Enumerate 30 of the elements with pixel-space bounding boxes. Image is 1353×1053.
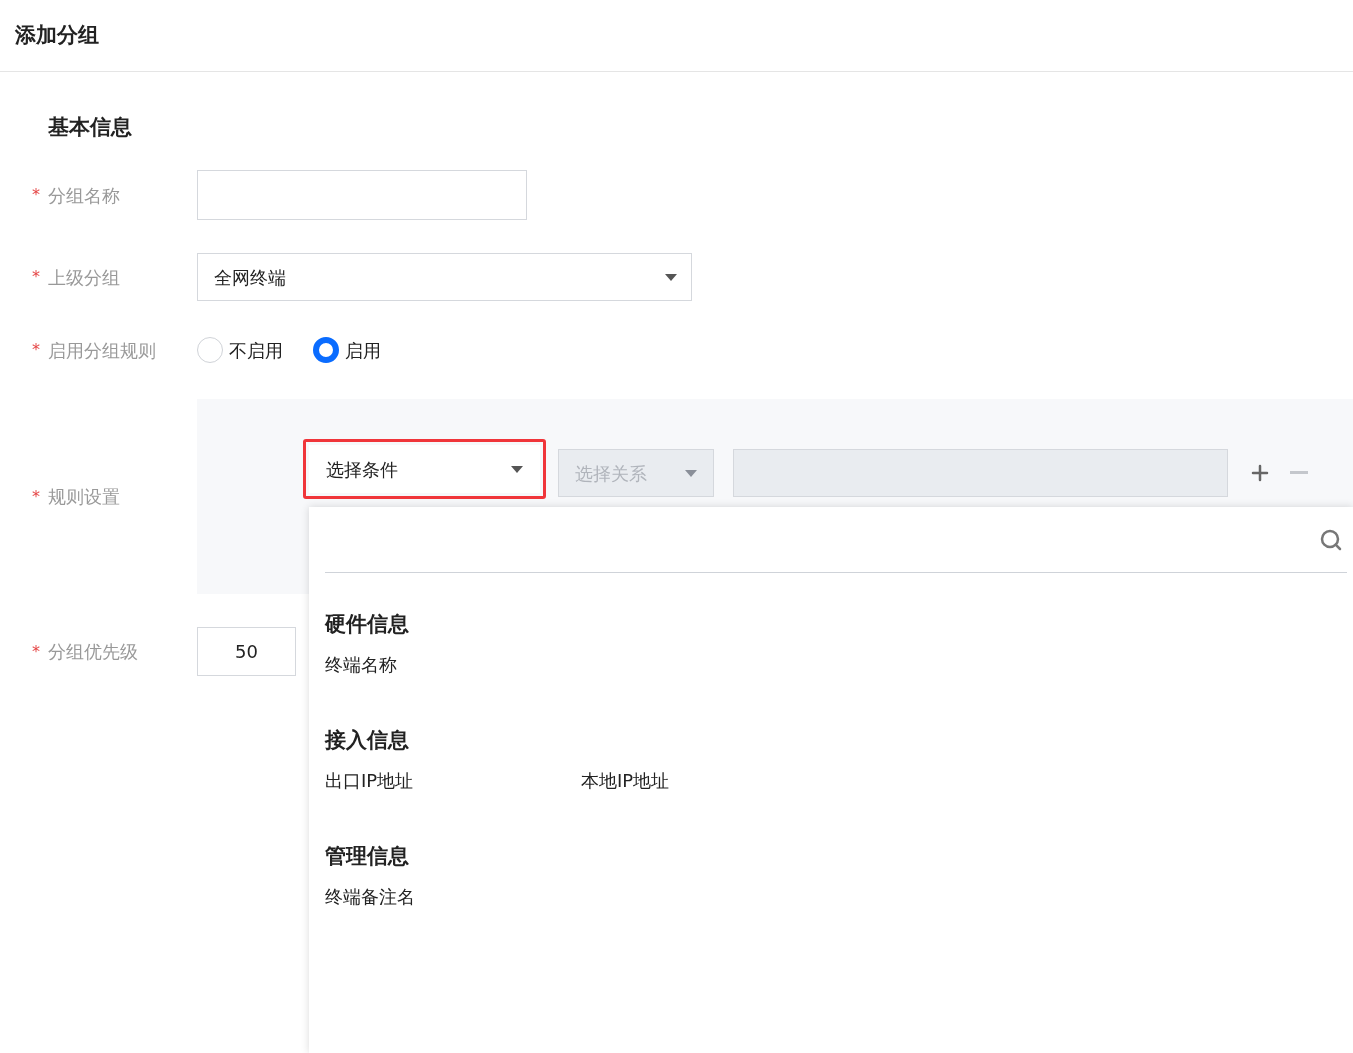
group-heading: 管理信息 [325,843,410,870]
option-item[interactable]: 终端备注名 [325,883,581,910]
condition-select[interactable]: 选择条件 [309,445,540,493]
section-title: 基本信息 [48,115,132,139]
option-item[interactable]: 本地IP地址 [581,767,837,794]
option-item[interactable]: 出口IP地址 [325,767,581,794]
field-label: 分组名称 [48,183,120,208]
required-mark: * [32,640,40,663]
required-mark: * [32,184,40,206]
priority-field[interactable]: 50 [197,627,296,676]
search-icon [1319,527,1343,552]
field-label: 上级分组 [48,265,120,290]
field-label: 规则设置 [48,485,120,509]
option-item[interactable]: 终端名称 [325,651,581,678]
field-label: 启用分组规则 [48,338,156,363]
field-label: 分组优先级 [48,640,138,664]
caret-icon [665,273,677,281]
group-heading: 接入信息 [325,727,410,754]
required-mark: * [32,485,40,508]
radio-option[interactable]: 不启用 [197,336,283,364]
page-title: 添加分组 [15,21,99,49]
parent-group-select[interactable]: 全网终端 [197,253,692,301]
group-heading: 硬件信息 [325,611,410,638]
minus-icon [1290,471,1308,474]
caret-icon [511,465,523,473]
required-mark: * [32,266,40,288]
required-mark: * [32,339,40,361]
group-name-field[interactable] [197,170,527,220]
caret-icon [685,469,697,477]
radio-option[interactable]: 启用 [313,336,381,364]
